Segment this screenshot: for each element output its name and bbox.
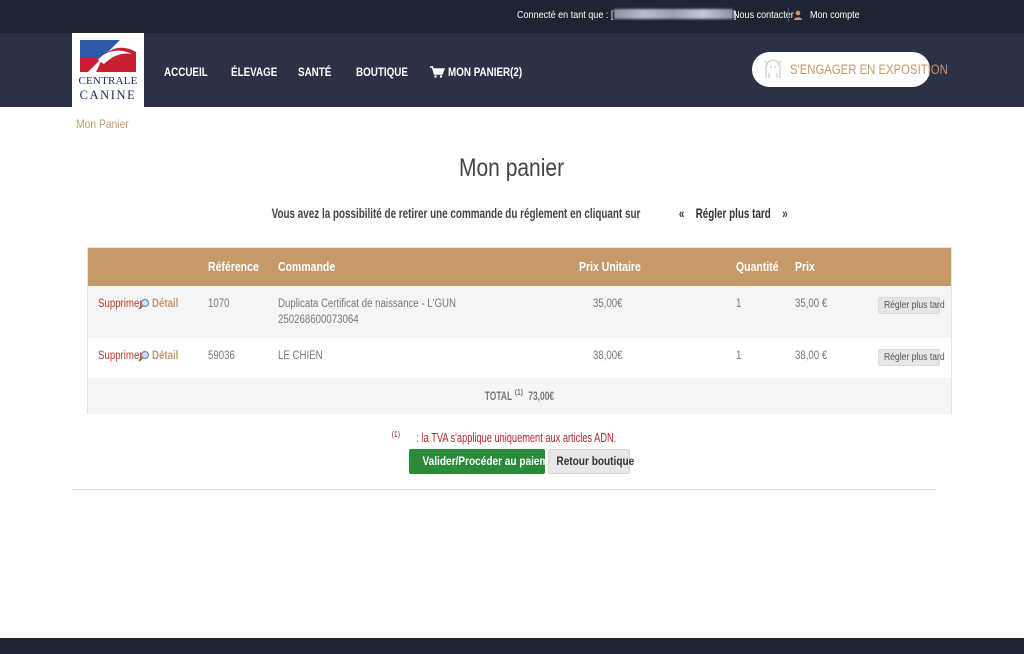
my-account-link[interactable]: Mon compte [810,9,860,21]
logo-flag-icon [80,40,136,72]
logged-in-status: Connecté en tant que : [] [517,9,736,21]
row-unit-price: 35,00€ [593,298,623,310]
vat-footnote-mark: (1) [391,430,401,439]
detail-link[interactable]: Détail [152,296,178,312]
header-order: Commande [278,260,336,274]
header-reference: Référence [208,260,259,274]
proceed-to-payment-button[interactable]: Valider/Procéder au paiement [409,449,564,474]
pay-later-label: Régler plus tard [883,352,945,363]
row-unit-price: 38,00€ [593,350,623,362]
nav-shop[interactable]: BOUTIQUE [356,65,408,79]
back-to-shop-label: Retour boutique [556,454,635,468]
nav-home[interactable]: ACCUEIL [164,65,208,79]
nav-cart[interactable]: MON PANIER(2) [448,65,522,79]
total-value: 73,00€ [528,389,555,403]
magnifier-icon [138,298,150,310]
page-title-text: Mon panier [459,154,565,182]
header-quantity: Quantité [736,260,779,274]
cart-icon [430,66,445,78]
total-row: TOTAL (1) 73,00€ [88,378,951,414]
logged-in-label: Connecté en tant que : [ [517,9,614,21]
intro-quote-open: « [679,205,685,221]
user-icon [794,10,802,20]
logo-line-2: Canine [79,88,137,102]
top-divider [788,8,789,22]
detail-link[interactable]: Détail [152,348,178,364]
engage-exhibition-button[interactable]: S'ENGAGER EN EXPOSITION [752,52,948,87]
centrale-canine-logo[interactable]: Centrale Canine [72,33,144,107]
delete-link[interactable]: Supprimer [98,296,143,312]
vat-note-text: : la TVA s'applique uniquement aux artic… [416,431,617,446]
magnifier-icon [138,350,150,362]
proceed-to-payment-label: Valider/Procéder au paiement [422,454,564,468]
delete-link[interactable]: Supprimer [98,348,143,364]
row-reference: 1070 [208,298,230,310]
engage-exhibition-label: S'ENGAGER EN EXPOSITION [790,62,948,77]
page-title: Mon panier [0,154,1024,183]
nav-breeding[interactable]: ÉLEVAGE [231,65,277,79]
row-order-line2: 250268600073064 [278,314,359,326]
nav-health[interactable]: SANTÉ [298,65,331,79]
intro-line: Vous avez la possibilité de retirer une … [236,205,787,221]
row-price: 38,00 € [795,350,828,362]
intro-text: Vous avez la possibilité de retirer une … [0,205,1024,221]
row-quantity: 1 [736,350,742,362]
vat-note: (1) : la TVA s'applique uniquement aux ar… [0,430,1024,445]
contact-link[interactable]: Nous contacter [733,9,794,21]
redacted-username [614,9,733,19]
table-row: Supprimer Détail 1070 Duplicata Certific… [88,286,951,338]
pay-later-button[interactable]: Régler plus tard [878,297,945,314]
intro-highlight: Régler plus tard [695,205,771,221]
row-price: 35,00 € [795,298,828,310]
header-unit-price: Prix Unitaire [579,260,641,274]
row-order-line1: LE CHIEN [278,350,323,362]
row-reference: 59036 [208,350,235,362]
pay-later-label: Régler plus tard [883,300,945,311]
dog-icon [764,59,782,78]
row-order-line1: Duplicata Certificat de naissance - L'GU… [278,298,456,310]
content-divider [72,489,936,490]
intro-quote-close: » [781,205,788,221]
intro-body: Vous avez la possibilité de retirer une … [271,205,641,221]
logo-line-1: Centrale [78,75,138,87]
breadcrumb[interactable]: Mon Panier [76,117,129,131]
total-label: TOTAL [484,389,513,403]
order-total: TOTAL (1) 73,00€ [88,388,951,403]
header-price: Prix [795,260,815,274]
total-footnote-mark: (1) [514,388,524,397]
order-total-line: TOTAL (1) 73,00€ [482,388,557,403]
pay-later-button[interactable]: Régler plus tard [878,349,945,366]
footer-bar [0,638,1024,654]
cart-table: Référence Commande Prix Unitaire Quantit… [87,247,952,414]
row-quantity: 1 [736,298,742,310]
table-row: Supprimer Détail 59036 LE CHIEN 38,00€ 1… [88,338,951,378]
top-bar: Connecté en tant que : [] Nous contacter… [0,0,1024,33]
vat-note-line: (1) : la TVA s'applique uniquement aux ar… [392,430,633,445]
table-header: Référence Commande Prix Unitaire Quantit… [88,248,951,286]
back-to-shop-button[interactable]: Retour boutique [548,449,634,474]
